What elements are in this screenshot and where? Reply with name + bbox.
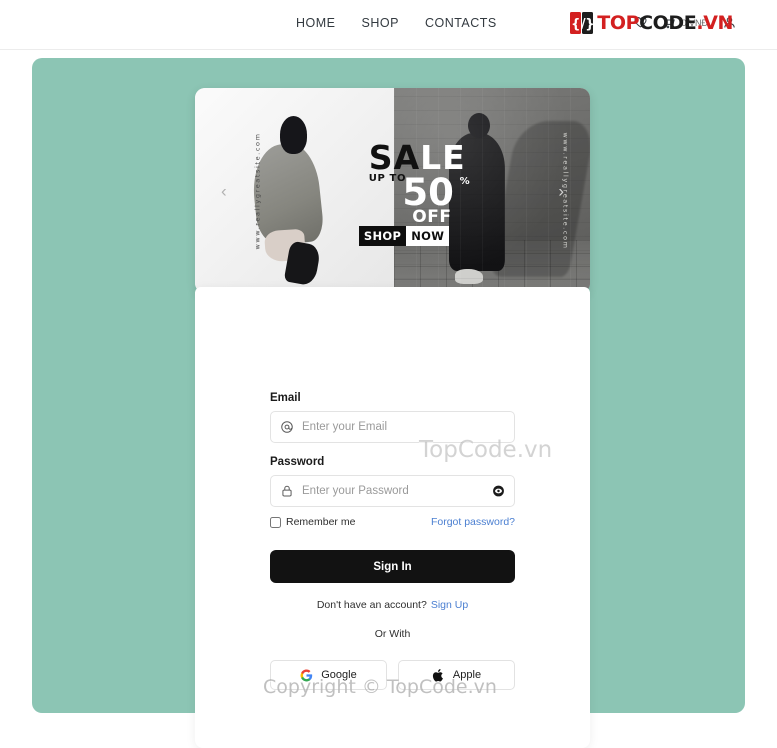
signup-prompt: Don't have an account? Sign Up bbox=[270, 599, 515, 611]
model-shadow bbox=[490, 120, 590, 277]
cart-button[interactable]: 0 VNĐ bbox=[662, 15, 708, 30]
banner-percent-sign: % bbox=[459, 176, 470, 188]
wishlist-button[interactable] bbox=[633, 15, 648, 30]
header-actions: 0 VNĐ bbox=[633, 15, 737, 30]
nav-item-contacts[interactable]: CONTACTS bbox=[425, 16, 497, 30]
apple-icon bbox=[432, 668, 443, 682]
email-input[interactable] bbox=[302, 421, 514, 433]
banner-url-left: www.reallygreatsite.com bbox=[253, 131, 262, 250]
login-card: Email Password bbox=[195, 287, 590, 748]
banner-upto-text: UP TO bbox=[368, 173, 407, 185]
banner-shop-now-button[interactable]: SHOP NOW bbox=[358, 226, 450, 247]
remember-me-checkbox[interactable] bbox=[270, 516, 281, 528]
at-sign-icon bbox=[280, 420, 294, 434]
site-header: HOME SHOP CONTACTS 0 VNĐ {/} TOP CODE .… bbox=[0, 0, 777, 50]
promo-carousel[interactable]: www.reallygreatsite.com www.reallygreats… bbox=[195, 88, 590, 293]
apple-signin-button[interactable]: Apple bbox=[398, 660, 515, 690]
eye-icon bbox=[493, 485, 504, 497]
sign-up-link[interactable]: Sign Up bbox=[431, 599, 468, 611]
remember-me-group[interactable]: Remember me bbox=[270, 516, 355, 528]
svg-text:{: { bbox=[571, 17, 580, 32]
banner-now-label: NOW bbox=[406, 226, 450, 247]
password-field[interactable] bbox=[270, 475, 515, 507]
email-field[interactable] bbox=[270, 411, 515, 443]
carousel-prev-arrow[interactable]: ‹ bbox=[221, 182, 227, 199]
heart-icon bbox=[634, 17, 647, 28]
code-brackets-icon: { /} bbox=[570, 12, 594, 34]
banner-shop-label: SHOP bbox=[358, 226, 407, 247]
cart-icon bbox=[664, 17, 676, 29]
signup-prompt-text: Don't have an account? bbox=[316, 599, 427, 611]
password-label: Password bbox=[270, 456, 325, 468]
sign-in-button[interactable]: Sign In bbox=[270, 550, 515, 583]
carousel-next-arrow[interactable]: › bbox=[558, 182, 564, 199]
banner-sale-heading: SALE bbox=[369, 141, 466, 174]
email-label: Email bbox=[270, 392, 301, 404]
main-navigation: HOME SHOP CONTACTS bbox=[296, 16, 497, 30]
social-login-row: Google Apple bbox=[270, 660, 515, 690]
svg-text:/}: /} bbox=[581, 17, 594, 32]
brand-mark-icon: { /} bbox=[570, 12, 594, 34]
password-input[interactable] bbox=[302, 485, 514, 497]
account-button[interactable] bbox=[722, 15, 737, 30]
banner-discount-value: 50 bbox=[402, 171, 454, 215]
banner-off-text: OFF bbox=[412, 206, 452, 227]
user-icon bbox=[724, 17, 735, 28]
forgot-password-link[interactable]: Forgot password? bbox=[431, 516, 515, 528]
form-options-row: Remember me Forgot password? bbox=[270, 516, 515, 528]
google-icon bbox=[300, 669, 313, 681]
lock-icon bbox=[280, 484, 294, 498]
google-button-label: Google bbox=[321, 669, 357, 681]
pavement-texture bbox=[394, 239, 590, 293]
google-signin-button[interactable]: Google bbox=[270, 660, 387, 690]
apple-button-label: Apple bbox=[452, 669, 482, 681]
nav-item-home[interactable]: HOME bbox=[296, 16, 336, 30]
toggle-password-visibility-button[interactable] bbox=[492, 485, 505, 498]
cart-total: 0 VNĐ bbox=[681, 17, 708, 28]
or-with-divider-label: Or With bbox=[374, 628, 411, 640]
signin-form: Email Password bbox=[270, 392, 515, 690]
nav-item-shop[interactable]: SHOP bbox=[362, 16, 399, 30]
page-background-panel: www.reallygreatsite.com www.reallygreats… bbox=[32, 58, 745, 748]
remember-me-label[interactable]: Remember me bbox=[286, 516, 355, 528]
